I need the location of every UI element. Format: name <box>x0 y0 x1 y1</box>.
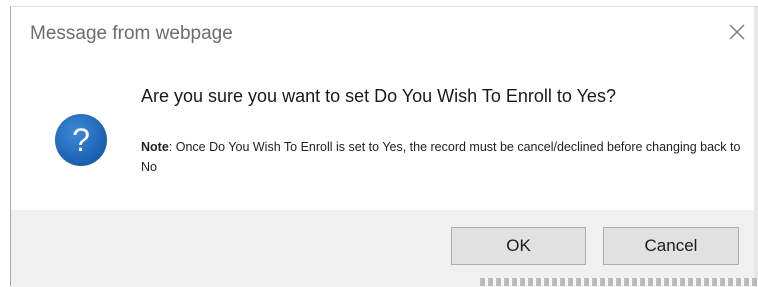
dialog-body: ? Are you sure you want to set Do You Wi… <box>11 59 758 210</box>
cancel-button[interactable]: Cancel <box>603 227 739 265</box>
window-edge <box>754 7 758 287</box>
note-label: Note <box>141 140 169 154</box>
ok-button[interactable]: OK <box>451 227 586 265</box>
note-text: : Once Do You Wish To Enroll is set to Y… <box>141 140 741 174</box>
question-mark-icon: ? <box>55 114 107 166</box>
background-strip <box>480 278 758 286</box>
close-button[interactable] <box>722 17 752 47</box>
dialog-titlebar: Message from webpage <box>11 7 758 59</box>
dialog-title: Message from webpage <box>30 23 233 44</box>
dialog-footer: OK Cancel <box>11 210 758 287</box>
message-dialog: Message from webpage ? Are you sure you … <box>10 6 758 287</box>
dialog-note: Note: Once Do You Wish To Enroll is set … <box>141 137 751 177</box>
question-glyph: ? <box>72 122 90 158</box>
close-icon <box>729 24 745 40</box>
dialog-heading: Are you sure you want to set Do You Wish… <box>141 86 616 106</box>
